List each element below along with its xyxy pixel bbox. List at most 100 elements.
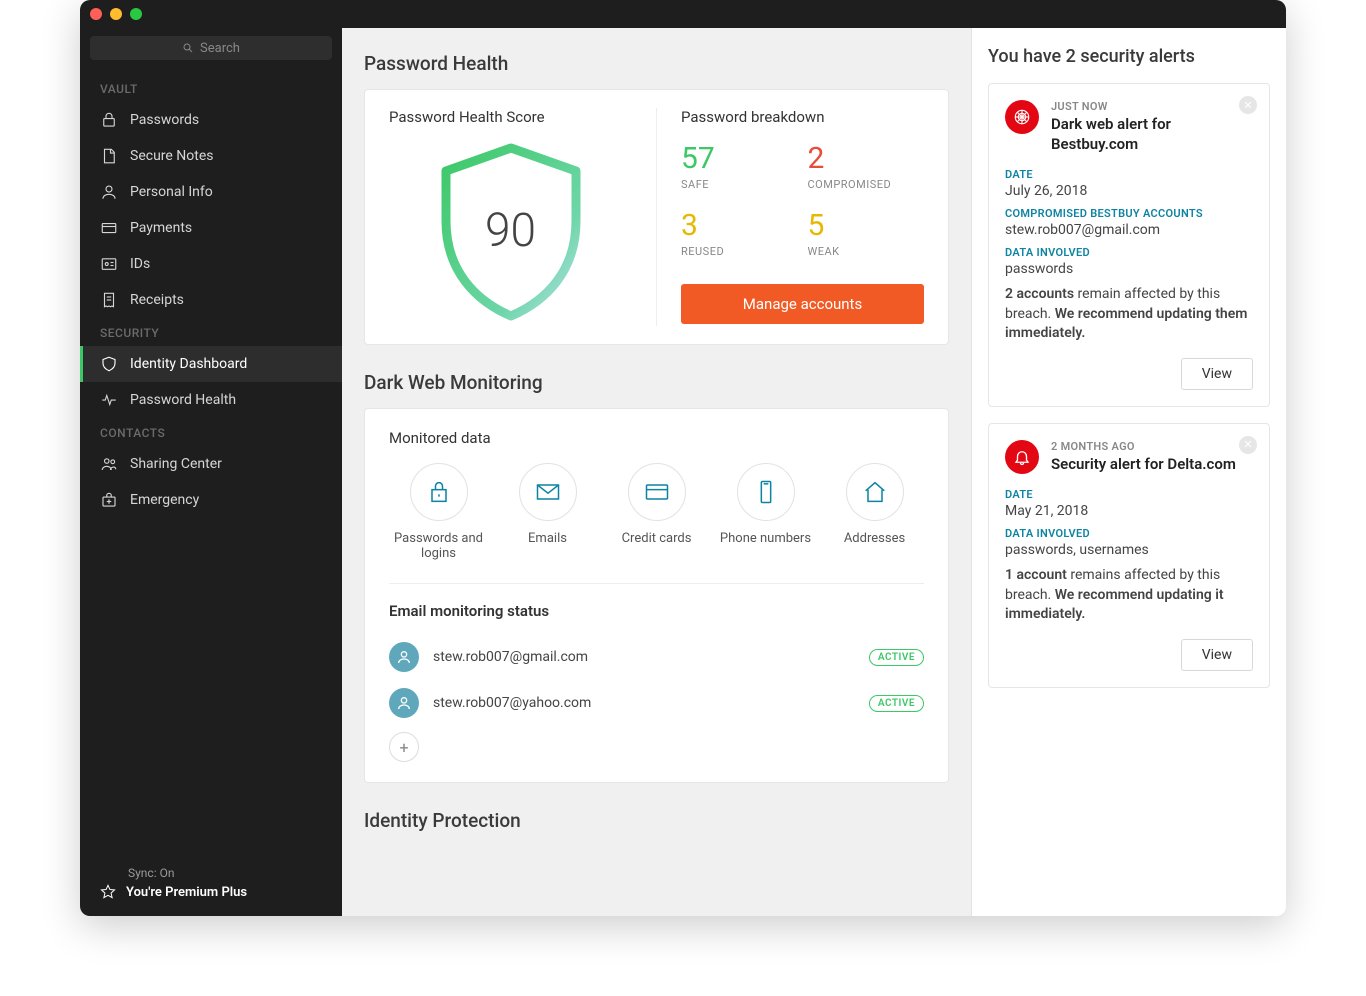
- titlebar: [80, 0, 1286, 28]
- alert-accounts: stew.rob007@gmail.com: [1005, 222, 1253, 238]
- view-button[interactable]: View: [1181, 358, 1253, 390]
- alerts-title: You have 2 security alerts: [988, 46, 1270, 67]
- breakdown-compromised: 2 COMPROMISED: [808, 144, 925, 191]
- search-placeholder: Search: [200, 41, 240, 56]
- star-icon: [100, 884, 116, 900]
- premium-status[interactable]: You're Premium Plus: [100, 884, 322, 900]
- sidebar-section-vault: VAULT: [80, 74, 342, 102]
- sidebar-item-payments[interactable]: Payments: [80, 210, 342, 246]
- alert-date-label: DATE: [1005, 168, 1253, 181]
- breakdown-reused: 3 REUSED: [681, 211, 798, 258]
- lock-icon: [410, 463, 468, 521]
- sidebar-item-secure-notes[interactable]: Secure Notes: [80, 138, 342, 174]
- alert-time: 2 MONTHS AGO: [1051, 440, 1236, 453]
- dark-web-card: Monitored data Passwords and logins Emai…: [364, 408, 949, 783]
- health-score: 90: [485, 204, 536, 258]
- pulse-icon: [100, 391, 118, 409]
- sidebar-item-password-health[interactable]: Password Health: [80, 382, 342, 418]
- person-icon: [100, 183, 118, 201]
- sidebar-item-label: IDs: [130, 256, 150, 272]
- sidebar-item-label: Sharing Center: [130, 456, 222, 472]
- avatar-icon: [389, 642, 419, 672]
- alert-title: Dark web alert for Bestbuy.com: [1051, 115, 1253, 154]
- monitored-passwords: Passwords and logins: [389, 463, 488, 561]
- sidebar-item-label: Identity Dashboard: [130, 356, 247, 372]
- search-icon: [182, 42, 194, 54]
- lock-icon: [100, 111, 118, 129]
- add-email-button[interactable]: +: [389, 732, 419, 762]
- email-row: stew.rob007@yahoo.com ACTIVE: [389, 680, 924, 726]
- sidebar-item-personal-info[interactable]: Personal Info: [80, 174, 342, 210]
- sidebar-item-receipts[interactable]: Receipts: [80, 282, 342, 318]
- alert-data-label: DATA INVOLVED: [1005, 246, 1253, 259]
- sidebar-item-label: Payments: [130, 220, 192, 236]
- email-row: stew.rob007@gmail.com ACTIVE: [389, 634, 924, 680]
- sidebar-item-passwords[interactable]: Passwords: [80, 102, 342, 138]
- sidebar-item-label: Password Health: [130, 392, 236, 408]
- alert-card: ✕ 2 MONTHS AGO Security alert for Delta.…: [988, 423, 1270, 688]
- alert-title: Security alert for Delta.com: [1051, 455, 1236, 475]
- sidebar: Search VAULT Passwords Secure Notes Pers…: [80, 28, 342, 916]
- status-badge: ACTIVE: [869, 695, 924, 712]
- monitored-emails: Emails: [498, 463, 597, 561]
- alert-data: passwords, usernames: [1005, 542, 1253, 558]
- alerts-panel: You have 2 security alerts ✕ JUST NOW Da…: [972, 28, 1286, 916]
- alert-accounts-label: COMPROMISED BESTBUY ACCOUNTS: [1005, 207, 1253, 220]
- app-window: Search VAULT Passwords Secure Notes Pers…: [80, 0, 1286, 916]
- alert-summary: 2 accounts remain affected by this breac…: [1005, 285, 1253, 344]
- alert-date: May 21, 2018: [1005, 503, 1253, 519]
- health-shield: 90: [426, 136, 596, 326]
- view-button[interactable]: View: [1181, 639, 1253, 671]
- alert-time: JUST NOW: [1051, 100, 1253, 113]
- note-icon: [100, 147, 118, 165]
- sidebar-item-identity-dashboard[interactable]: Identity Dashboard: [80, 346, 342, 382]
- avatar-icon: [389, 688, 419, 718]
- alert-card: ✕ JUST NOW Dark web alert for Bestbuy.co…: [988, 83, 1270, 407]
- status-badge: ACTIVE: [869, 649, 924, 666]
- main-content: Password Health Password Health Score: [342, 28, 972, 916]
- sidebar-item-label: Emergency: [130, 492, 199, 508]
- monitored-addresses: Addresses: [825, 463, 924, 561]
- window-close-icon[interactable]: [90, 8, 102, 20]
- card-icon: [100, 219, 118, 237]
- shield-icon: [100, 355, 118, 373]
- receipt-icon: [100, 291, 118, 309]
- home-icon: [846, 463, 904, 521]
- sync-status: Sync: On: [128, 866, 322, 880]
- alert-data: passwords: [1005, 261, 1253, 277]
- monitored-credit-cards: Credit cards: [607, 463, 706, 561]
- id-icon: [100, 255, 118, 273]
- breakdown-weak: 5 WEAK: [808, 211, 925, 258]
- search-input[interactable]: Search: [90, 36, 332, 60]
- sidebar-item-emergency[interactable]: Emergency: [80, 482, 342, 518]
- sidebar-footer: Sync: On You're Premium Plus: [80, 854, 342, 916]
- close-icon[interactable]: ✕: [1239, 96, 1257, 114]
- sidebar-item-ids[interactable]: IDs: [80, 246, 342, 282]
- sidebar-item-label: Passwords: [130, 112, 199, 128]
- sidebar-item-label: Receipts: [130, 292, 184, 308]
- email-address: stew.rob007@gmail.com: [433, 649, 855, 665]
- monitored-data-label: Monitored data: [389, 429, 924, 447]
- breakdown-label: Password breakdown: [681, 108, 924, 126]
- alert-summary: 1 account remains affected by this breac…: [1005, 566, 1253, 625]
- monitored-phone: Phone numbers: [716, 463, 815, 561]
- window-zoom-icon[interactable]: [130, 8, 142, 20]
- email-address: stew.rob007@yahoo.com: [433, 695, 855, 711]
- alert-date: July 26, 2018: [1005, 183, 1253, 199]
- email-monitoring-title: Email monitoring status: [389, 602, 924, 620]
- spider-web-icon: [1005, 100, 1039, 134]
- identity-protection-heading: Identity Protection: [364, 809, 949, 832]
- close-icon[interactable]: ✕: [1239, 436, 1257, 454]
- alert-date-label: DATE: [1005, 488, 1253, 501]
- manage-accounts-button[interactable]: Manage accounts: [681, 284, 924, 324]
- dark-web-heading: Dark Web Monitoring: [364, 371, 949, 394]
- window-minimize-icon[interactable]: [110, 8, 122, 20]
- sidebar-item-label: Personal Info: [130, 184, 213, 200]
- sidebar-section-contacts: CONTACTS: [80, 418, 342, 446]
- emergency-icon: [100, 491, 118, 509]
- sidebar-item-label: Secure Notes: [130, 148, 214, 164]
- password-health-card: Password Health Score: [364, 89, 949, 345]
- people-icon: [100, 455, 118, 473]
- sidebar-item-sharing-center[interactable]: Sharing Center: [80, 446, 342, 482]
- phone-icon: [737, 463, 795, 521]
